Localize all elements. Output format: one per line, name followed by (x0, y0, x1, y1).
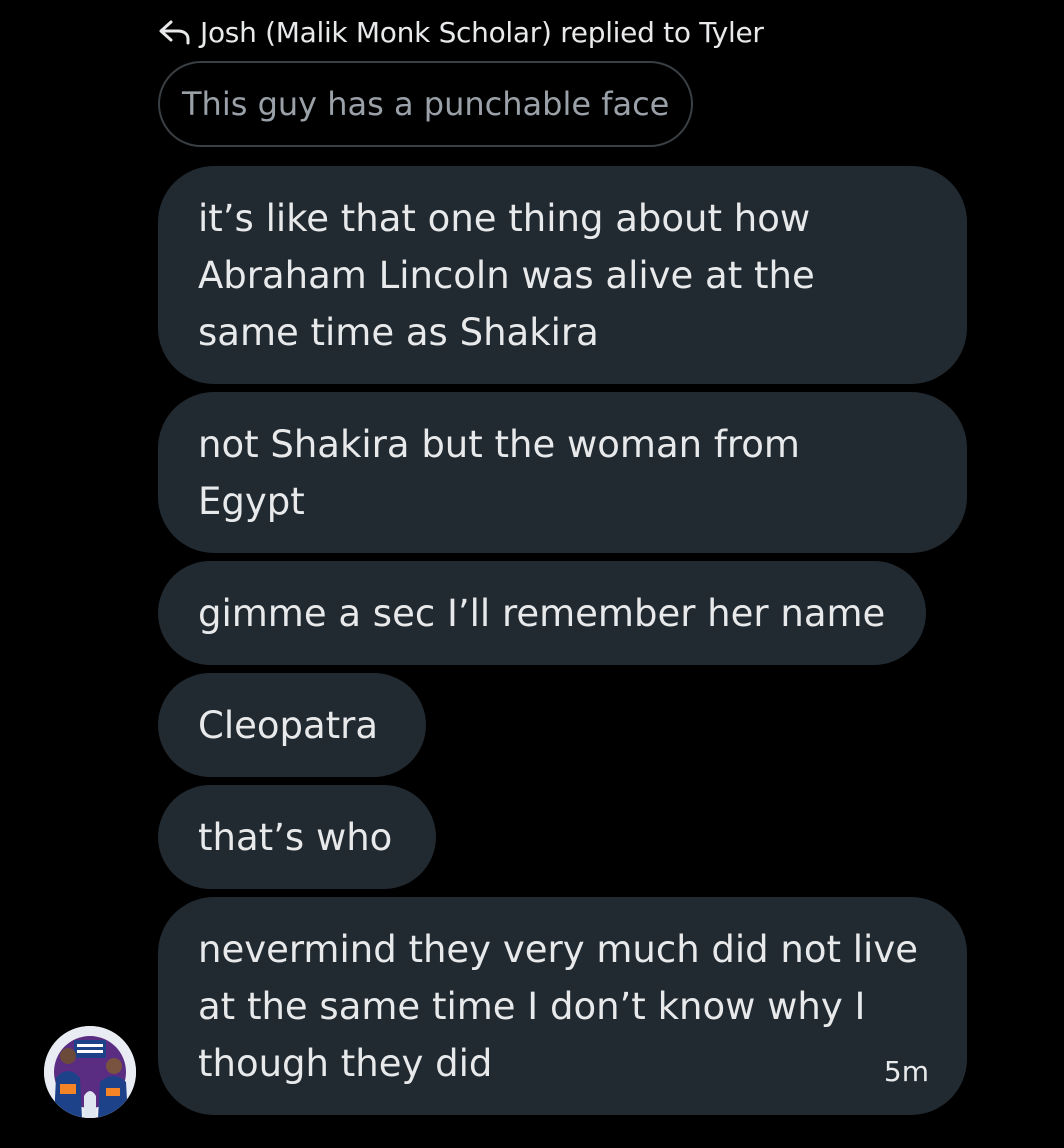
reply-header: Josh (Malik Monk Scholar) replied to Tyl… (158, 12, 764, 52)
reply-arrow-icon (158, 19, 192, 45)
message-text: it’s like that one thing about how Abrah… (198, 196, 815, 354)
message-bubble[interactable]: that’s who (158, 785, 436, 889)
message-text: nevermind they very much did not live at… (198, 927, 919, 1085)
message-text: gimme a sec I’ll remember her name (198, 591, 886, 635)
quoted-message[interactable]: This guy has a punchable face (158, 61, 693, 147)
message-bubble[interactable]: Cleopatra (158, 673, 426, 777)
user-avatar-icon[interactable] (44, 1026, 136, 1118)
message-bubble[interactable]: gimme a sec I’ll remember her name (158, 561, 926, 665)
message-bubble[interactable]: it’s like that one thing about how Abrah… (158, 166, 967, 384)
message-text: that’s who (198, 815, 393, 859)
message-text: not Shakira but the woman from Egypt (198, 422, 800, 523)
reply-header-text: Josh (Malik Monk Scholar) replied to Tyl… (200, 15, 764, 49)
message-timestamp: 5m (883, 1055, 929, 1088)
message-bubble[interactable]: not Shakira but the woman from Egypt (158, 392, 967, 553)
message-text: Cleopatra (198, 703, 379, 747)
quoted-message-text: This guy has a punchable face (182, 85, 670, 123)
message-bubble[interactable]: nevermind they very much did not live at… (158, 897, 967, 1115)
